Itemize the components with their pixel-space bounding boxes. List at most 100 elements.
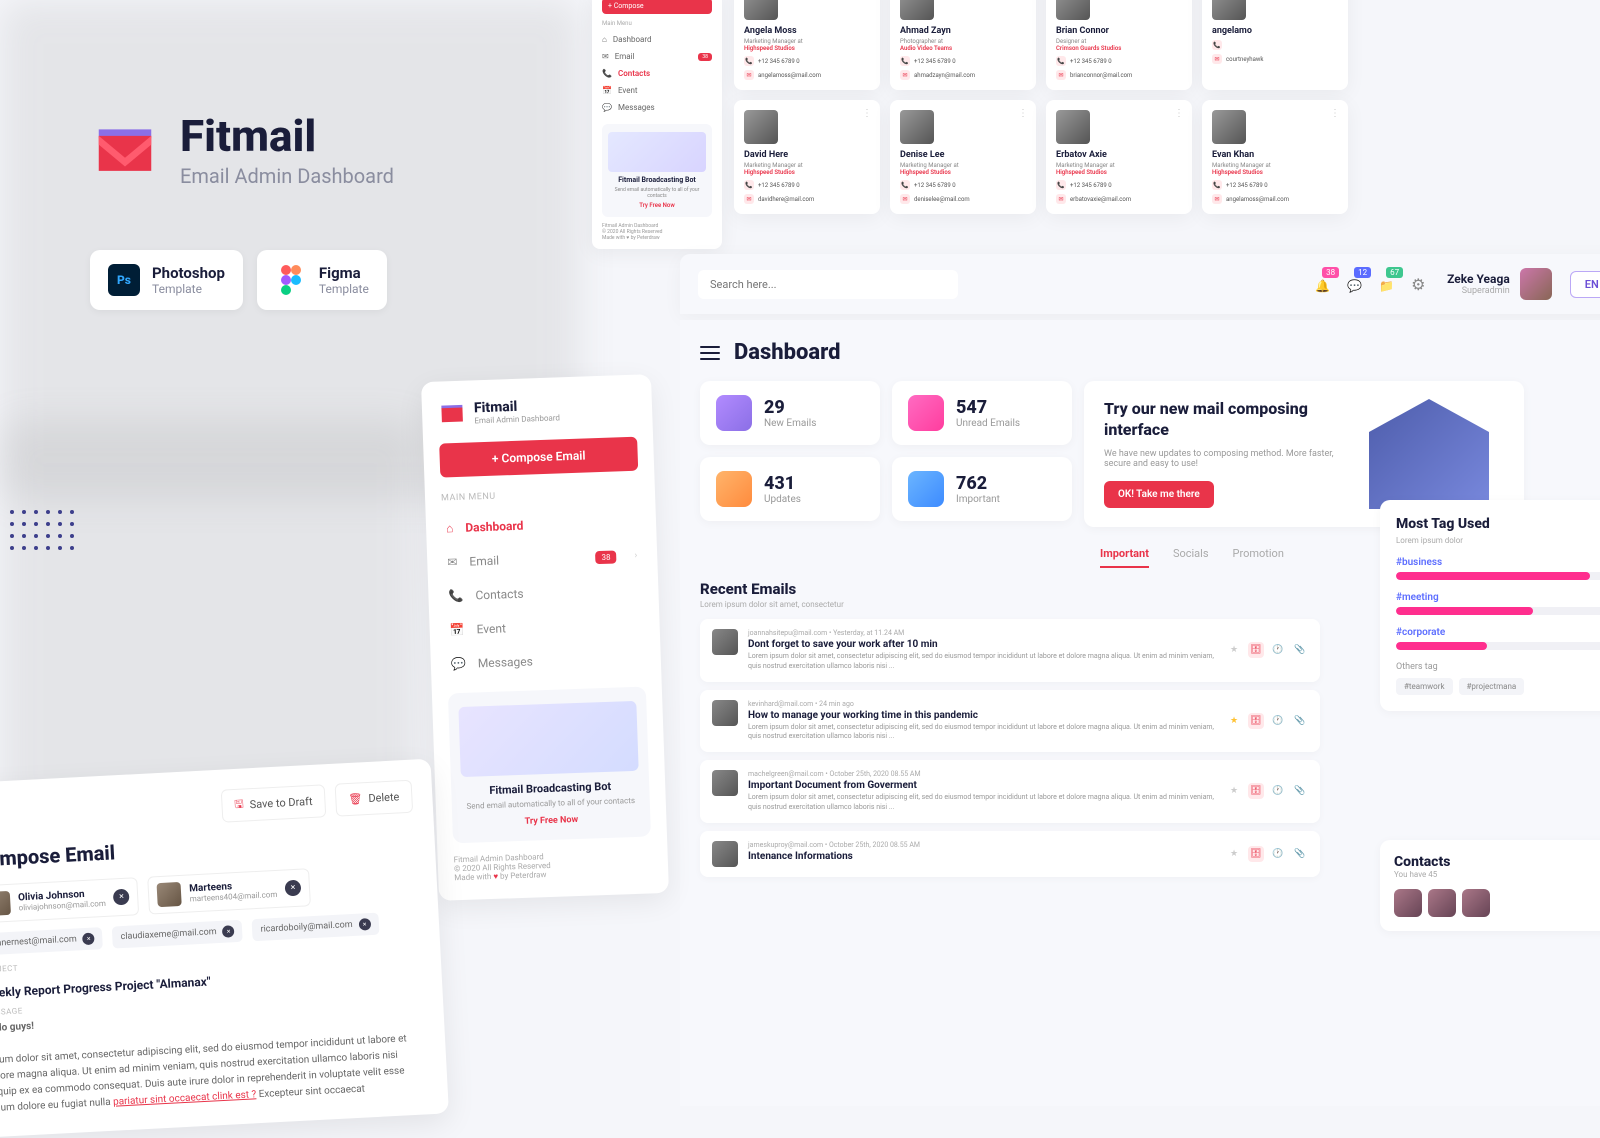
email-pill[interactable]: claudiaxeme@mail.com× (112, 920, 243, 949)
phone-icon: 📞 (900, 56, 910, 66)
template-name: Figma (319, 264, 369, 282)
tab-promotion[interactable]: Promotion (1233, 547, 1284, 568)
avatar (712, 841, 738, 867)
contact-company: Highspeed Studios (900, 169, 1026, 176)
remove-icon[interactable]: × (82, 933, 95, 946)
envelope-icon (908, 471, 944, 507)
delete-button[interactable]: 🗑Delete (335, 780, 414, 817)
avatar (157, 882, 182, 907)
remove-icon[interactable]: × (358, 918, 371, 931)
avatar[interactable] (1462, 889, 1490, 917)
clock-icon[interactable]: 🕐 (1270, 713, 1286, 729)
stat-new-emails[interactable]: 29New Emails (700, 381, 880, 445)
contact-card[interactable]: ⋮ Erbatov Axie Marketing Manager at High… (1046, 100, 1192, 214)
avatar[interactable] (1428, 889, 1456, 917)
tag-chip[interactable]: #projectmana (1459, 678, 1525, 695)
sidebar-item-dashboard[interactable]: ⌂Dashboard (602, 31, 712, 48)
star-icon[interactable]: ★ (1226, 846, 1242, 862)
archive-icon[interactable]: 🗄 (1248, 642, 1264, 658)
contact-company: Highspeed Studios (1056, 169, 1182, 176)
notification-msg-icon[interactable]: 12 (1347, 275, 1365, 293)
stat-important[interactable]: 762Important (892, 457, 1072, 521)
tag-row: #corporate (1396, 627, 1600, 650)
email-pill[interactable]: evanernest@mail.com× (0, 927, 103, 955)
recipient-chip[interactable]: Marteensmarteens404@mail.com × (148, 868, 312, 914)
clock-icon[interactable]: 🕐 (1270, 846, 1286, 862)
clock-icon[interactable]: 🕐 (1270, 642, 1286, 658)
promo-cta[interactable]: Try Free Now (608, 202, 706, 209)
notification-folder-icon[interactable]: 67 (1379, 275, 1397, 293)
message-body[interactable]: Hello guys! Ipsum dolor sit amet, consec… (0, 998, 428, 1117)
footer-text: Fitmail Admin Dashboard © 2020 All Right… (454, 848, 653, 882)
phone-icon: 📞 (900, 180, 910, 190)
email-item[interactable]: joannahsitepu@mail.com • Yesterday, at 1… (700, 619, 1320, 682)
email-item[interactable]: kevinhard@mail.com • 24 min ago How to m… (700, 690, 1320, 753)
promo-cta[interactable]: Try Free Now (462, 813, 640, 829)
sidebar-item-email[interactable]: ✉Email38 (602, 48, 712, 65)
contact-card[interactable]: ⋮ Denise Lee Marketing Manager at Highsp… (890, 100, 1036, 214)
archive-icon[interactable]: 🗄 (1248, 846, 1264, 862)
remove-icon[interactable]: × (285, 880, 302, 897)
compose-email-button[interactable]: + Compose Email (439, 437, 638, 478)
email-subject: Intenance Informations (748, 851, 1216, 862)
search-input[interactable] (698, 270, 958, 299)
home-icon: ⌂ (602, 35, 607, 44)
contact-card[interactable]: ⋮ Angela Moss Marketing Manager at Highs… (734, 0, 880, 90)
mail-icon: ✉ (1056, 194, 1066, 204)
email-subject: Dont forget to save your work after 10 m… (748, 639, 1216, 650)
tag-row: #business452 (1396, 557, 1600, 580)
attachment-icon[interactable]: 📎 (1292, 642, 1308, 658)
sidebar-item-messages[interactable]: 💬Messages (446, 641, 645, 682)
email-item[interactable]: jameskuproy@mail.com • October 25th, 202… (700, 831, 1320, 877)
email-pill[interactable]: ricardoboily@mail.com× (252, 913, 379, 942)
contact-card[interactable]: ⋮ Ahmad Zayn Photographer at Audio Video… (890, 0, 1036, 90)
photoshop-template-card[interactable]: Ps Photoshop Template (90, 250, 243, 310)
more-icon[interactable]: ⋮ (862, 108, 872, 119)
language-selector[interactable]: EN ▾ (1570, 271, 1600, 298)
remove-icon[interactable]: × (222, 925, 235, 938)
figma-template-card[interactable]: Figma Template (257, 250, 387, 310)
attachment-icon[interactable]: 📎 (1292, 713, 1308, 729)
sidebar-item-messages[interactable]: 💬Messages (602, 99, 712, 116)
stat-unread[interactable]: 547Unread Emails (892, 381, 1072, 445)
contact-card[interactable]: ⋮ Evan Khan Marketing Manager at Highspe… (1202, 100, 1348, 214)
tab-socials[interactable]: Socials (1173, 547, 1209, 568)
banner-cta-button[interactable]: OK! Take me there (1104, 481, 1214, 508)
mail-icon: ✉ (447, 555, 458, 569)
star-icon[interactable]: ★ (1226, 713, 1242, 729)
attachment-icon[interactable]: 📎 (1292, 783, 1308, 799)
sidebar-item-event[interactable]: 📅Event (602, 82, 712, 99)
contact-email: deniselee@mail.com (914, 196, 970, 203)
archive-icon[interactable]: 🗄 (1248, 713, 1264, 729)
stat-updates[interactable]: 431Updates (700, 457, 880, 521)
attachment-icon[interactable]: 📎 (1292, 846, 1308, 862)
archive-icon[interactable]: 🗄 (1248, 783, 1264, 799)
more-icon[interactable]: ⋮ (1174, 108, 1184, 119)
more-icon[interactable]: ⋮ (1330, 108, 1340, 119)
sidebar-item-contacts[interactable]: 📞Contacts (602, 65, 712, 82)
hamburger-icon[interactable] (700, 346, 720, 360)
clock-icon[interactable]: 🕐 (1270, 783, 1286, 799)
remove-icon[interactable]: × (113, 889, 130, 906)
avatar[interactable] (1394, 889, 1422, 917)
contact-card[interactable]: ⋮ Brian Connor Designer at Crimson Guard… (1046, 0, 1192, 90)
star-icon[interactable]: ★ (1226, 783, 1242, 799)
mail-icon: ✉ (900, 70, 910, 80)
star-icon[interactable]: ★ (1226, 642, 1242, 658)
compose-button[interactable]: + Compose (602, 0, 712, 14)
calendar-icon: 📅 (602, 86, 612, 95)
more-icon[interactable]: ⋮ (1018, 108, 1028, 119)
contact-card[interactable]: ⋮ angelamo 📞 ✉courtneyhawk (1202, 0, 1348, 90)
notification-bell-icon[interactable]: 38 (1315, 275, 1333, 293)
tag-chip[interactable]: #teamwork (1396, 678, 1453, 695)
contact-role: Marketing Manager at (900, 162, 1026, 169)
recipient-chip[interactable]: Olivia Johnsonoliviajohnson@mail.com × (0, 877, 140, 923)
email-item[interactable]: machelgreen@mail.com • October 25th, 202… (700, 760, 1320, 823)
user-profile[interactable]: Zeke Yeaga Superadmin (1447, 268, 1552, 300)
contact-name: angelamo (1212, 26, 1338, 36)
contact-card[interactable]: ⋮ David Here Marketing Manager at Highsp… (734, 100, 880, 214)
save-draft-button[interactable]: 🖫Save to Draft (220, 784, 326, 822)
tab-important[interactable]: Important (1100, 547, 1149, 568)
page-title: Dashboard (734, 340, 841, 365)
settings-icon[interactable] (1411, 275, 1429, 293)
